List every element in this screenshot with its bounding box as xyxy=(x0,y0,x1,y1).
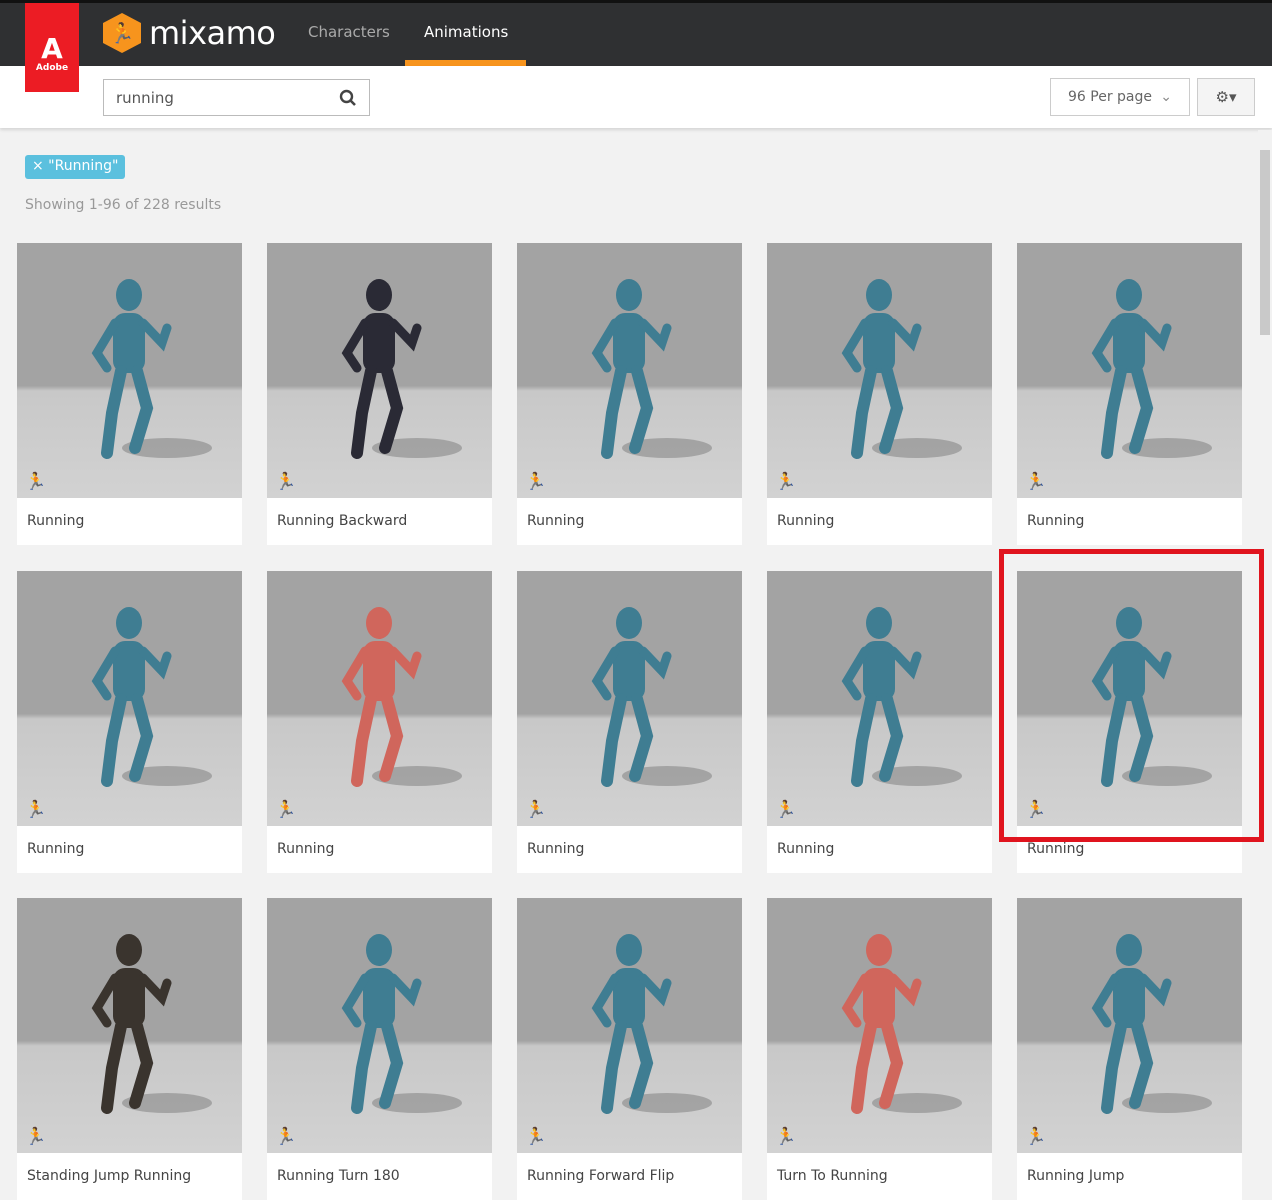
animation-title: Running xyxy=(777,841,835,857)
per-page-value: 96 Per page xyxy=(1068,89,1152,105)
character-figure xyxy=(1091,934,1212,1114)
animation-card[interactable]: 🏃 Running xyxy=(1017,243,1242,545)
adobe-label: Adobe xyxy=(35,63,69,73)
animation-icon: 🏃 xyxy=(1025,1127,1047,1147)
animation-card[interactable]: 🏃 Running xyxy=(17,243,242,545)
animation-icon: 🏃 xyxy=(25,472,47,492)
animation-card[interactable]: 🏃 Turn To Running xyxy=(767,898,992,1200)
filter-tag-running[interactable]: × "Running" xyxy=(25,155,126,179)
adobe-logo[interactable]: A Adobe xyxy=(25,3,79,92)
animation-icon: 🏃 xyxy=(275,800,297,820)
animation-icon: 🏃 xyxy=(775,800,797,820)
animation-card[interactable]: 🏃 Running Jump xyxy=(1017,898,1242,1200)
animation-thumbnail[interactable]: 🏃 xyxy=(267,898,492,1153)
character-figure xyxy=(91,279,212,459)
character-figure xyxy=(1091,279,1212,459)
animation-title: Running xyxy=(527,513,585,529)
animation-icon: 🏃 xyxy=(275,1127,297,1147)
chevron-down-icon: ⌄ xyxy=(1160,89,1172,105)
animation-title: Running xyxy=(277,841,335,857)
animation-thumbnail[interactable]: 🏃 xyxy=(17,243,242,498)
logo-text: mixamo xyxy=(149,14,276,52)
character-figure xyxy=(591,607,712,787)
animation-icon: 🏃 xyxy=(775,1127,797,1147)
animation-thumbnail[interactable]: 🏃 xyxy=(767,571,992,826)
animation-title: Turn To Running xyxy=(777,1168,888,1184)
animation-title: Running Jump xyxy=(1027,1168,1125,1184)
animation-icon: 🏃 xyxy=(525,1127,547,1147)
character-figure xyxy=(841,934,962,1114)
animation-card[interactable]: 🏃 Running xyxy=(517,243,742,545)
character-figure xyxy=(841,279,962,459)
character-figure xyxy=(591,279,712,459)
animation-card[interactable]: 🏃 Running xyxy=(17,571,242,873)
animation-card[interactable]: 🏃 Running xyxy=(767,571,992,873)
animation-card[interactable]: 🏃 Running xyxy=(517,571,742,873)
search-icon[interactable] xyxy=(339,89,357,107)
animation-icon: 🏃 xyxy=(525,800,547,820)
animation-thumbnail[interactable]: 🏃 xyxy=(1017,243,1242,498)
animation-card[interactable]: 🏃 Running Backward xyxy=(267,243,492,545)
animation-card[interactable]: 🏃 Running Forward Flip xyxy=(517,898,742,1200)
animation-card[interactable]: 🏃 Running xyxy=(767,243,992,545)
highlight-box xyxy=(999,549,1264,842)
animation-thumbnail[interactable]: 🏃 xyxy=(517,898,742,1153)
scrollbar-thumb[interactable] xyxy=(1260,150,1270,335)
runner-icon: 🏃 xyxy=(103,13,141,53)
character-figure xyxy=(591,934,712,1114)
mixamo-logo[interactable]: 🏃 mixamo xyxy=(103,13,276,53)
animation-thumbnail[interactable]: 🏃 xyxy=(267,571,492,826)
animation-thumbnail[interactable]: 🏃 xyxy=(767,243,992,498)
results-count: Showing 1-96 of 228 results xyxy=(25,197,222,213)
tab-characters[interactable]: Characters xyxy=(308,23,390,41)
animation-icon: 🏃 xyxy=(25,800,47,820)
search-value: running xyxy=(116,88,174,107)
animation-thumbnail[interactable]: 🏃 xyxy=(767,898,992,1153)
animation-thumbnail[interactable]: 🏃 xyxy=(517,571,742,826)
character-figure xyxy=(91,607,212,787)
animation-title: Running xyxy=(1027,513,1085,529)
animation-title: Running xyxy=(27,513,85,529)
tab-animations[interactable]: Animations xyxy=(424,23,508,41)
animation-icon: 🏃 xyxy=(525,472,547,492)
animation-title: Running Backward xyxy=(277,513,408,529)
animation-title: Running Forward Flip xyxy=(527,1168,675,1184)
search-input[interactable]: running xyxy=(103,79,370,116)
animation-icon: 🏃 xyxy=(1025,472,1047,492)
animation-thumbnail[interactable]: 🏃 xyxy=(267,243,492,498)
animation-thumbnail[interactable]: 🏃 xyxy=(17,571,242,826)
animation-title: Running xyxy=(527,841,585,857)
animation-title: Standing Jump Running xyxy=(27,1168,192,1184)
settings-dropdown-button[interactable]: ⚙▾ xyxy=(1197,78,1255,116)
animation-card[interactable]: 🏃 Standing Jump Running xyxy=(17,898,242,1200)
character-figure xyxy=(341,607,462,787)
animation-card[interactable]: 🏃 Running xyxy=(267,571,492,873)
animation-icon: 🏃 xyxy=(775,472,797,492)
animation-title: Running xyxy=(27,841,85,857)
character-figure xyxy=(841,607,962,787)
animation-title: Running Turn 180 xyxy=(277,1168,400,1184)
animation-thumbnail[interactable]: 🏃 xyxy=(1017,898,1242,1153)
animation-card[interactable]: 🏃 Running Turn 180 xyxy=(267,898,492,1200)
animation-title: Running xyxy=(777,513,835,529)
character-figure xyxy=(91,934,212,1114)
animation-icon: 🏃 xyxy=(25,1127,47,1147)
animation-thumbnail[interactable]: 🏃 xyxy=(17,898,242,1153)
character-figure xyxy=(341,934,462,1114)
animation-thumbnail[interactable]: 🏃 xyxy=(517,243,742,498)
character-figure xyxy=(341,279,462,459)
animation-icon: 🏃 xyxy=(275,472,297,492)
per-page-select[interactable]: 96 Per page ⌄ xyxy=(1050,78,1190,116)
gear-icon: ⚙▾ xyxy=(1215,88,1237,106)
